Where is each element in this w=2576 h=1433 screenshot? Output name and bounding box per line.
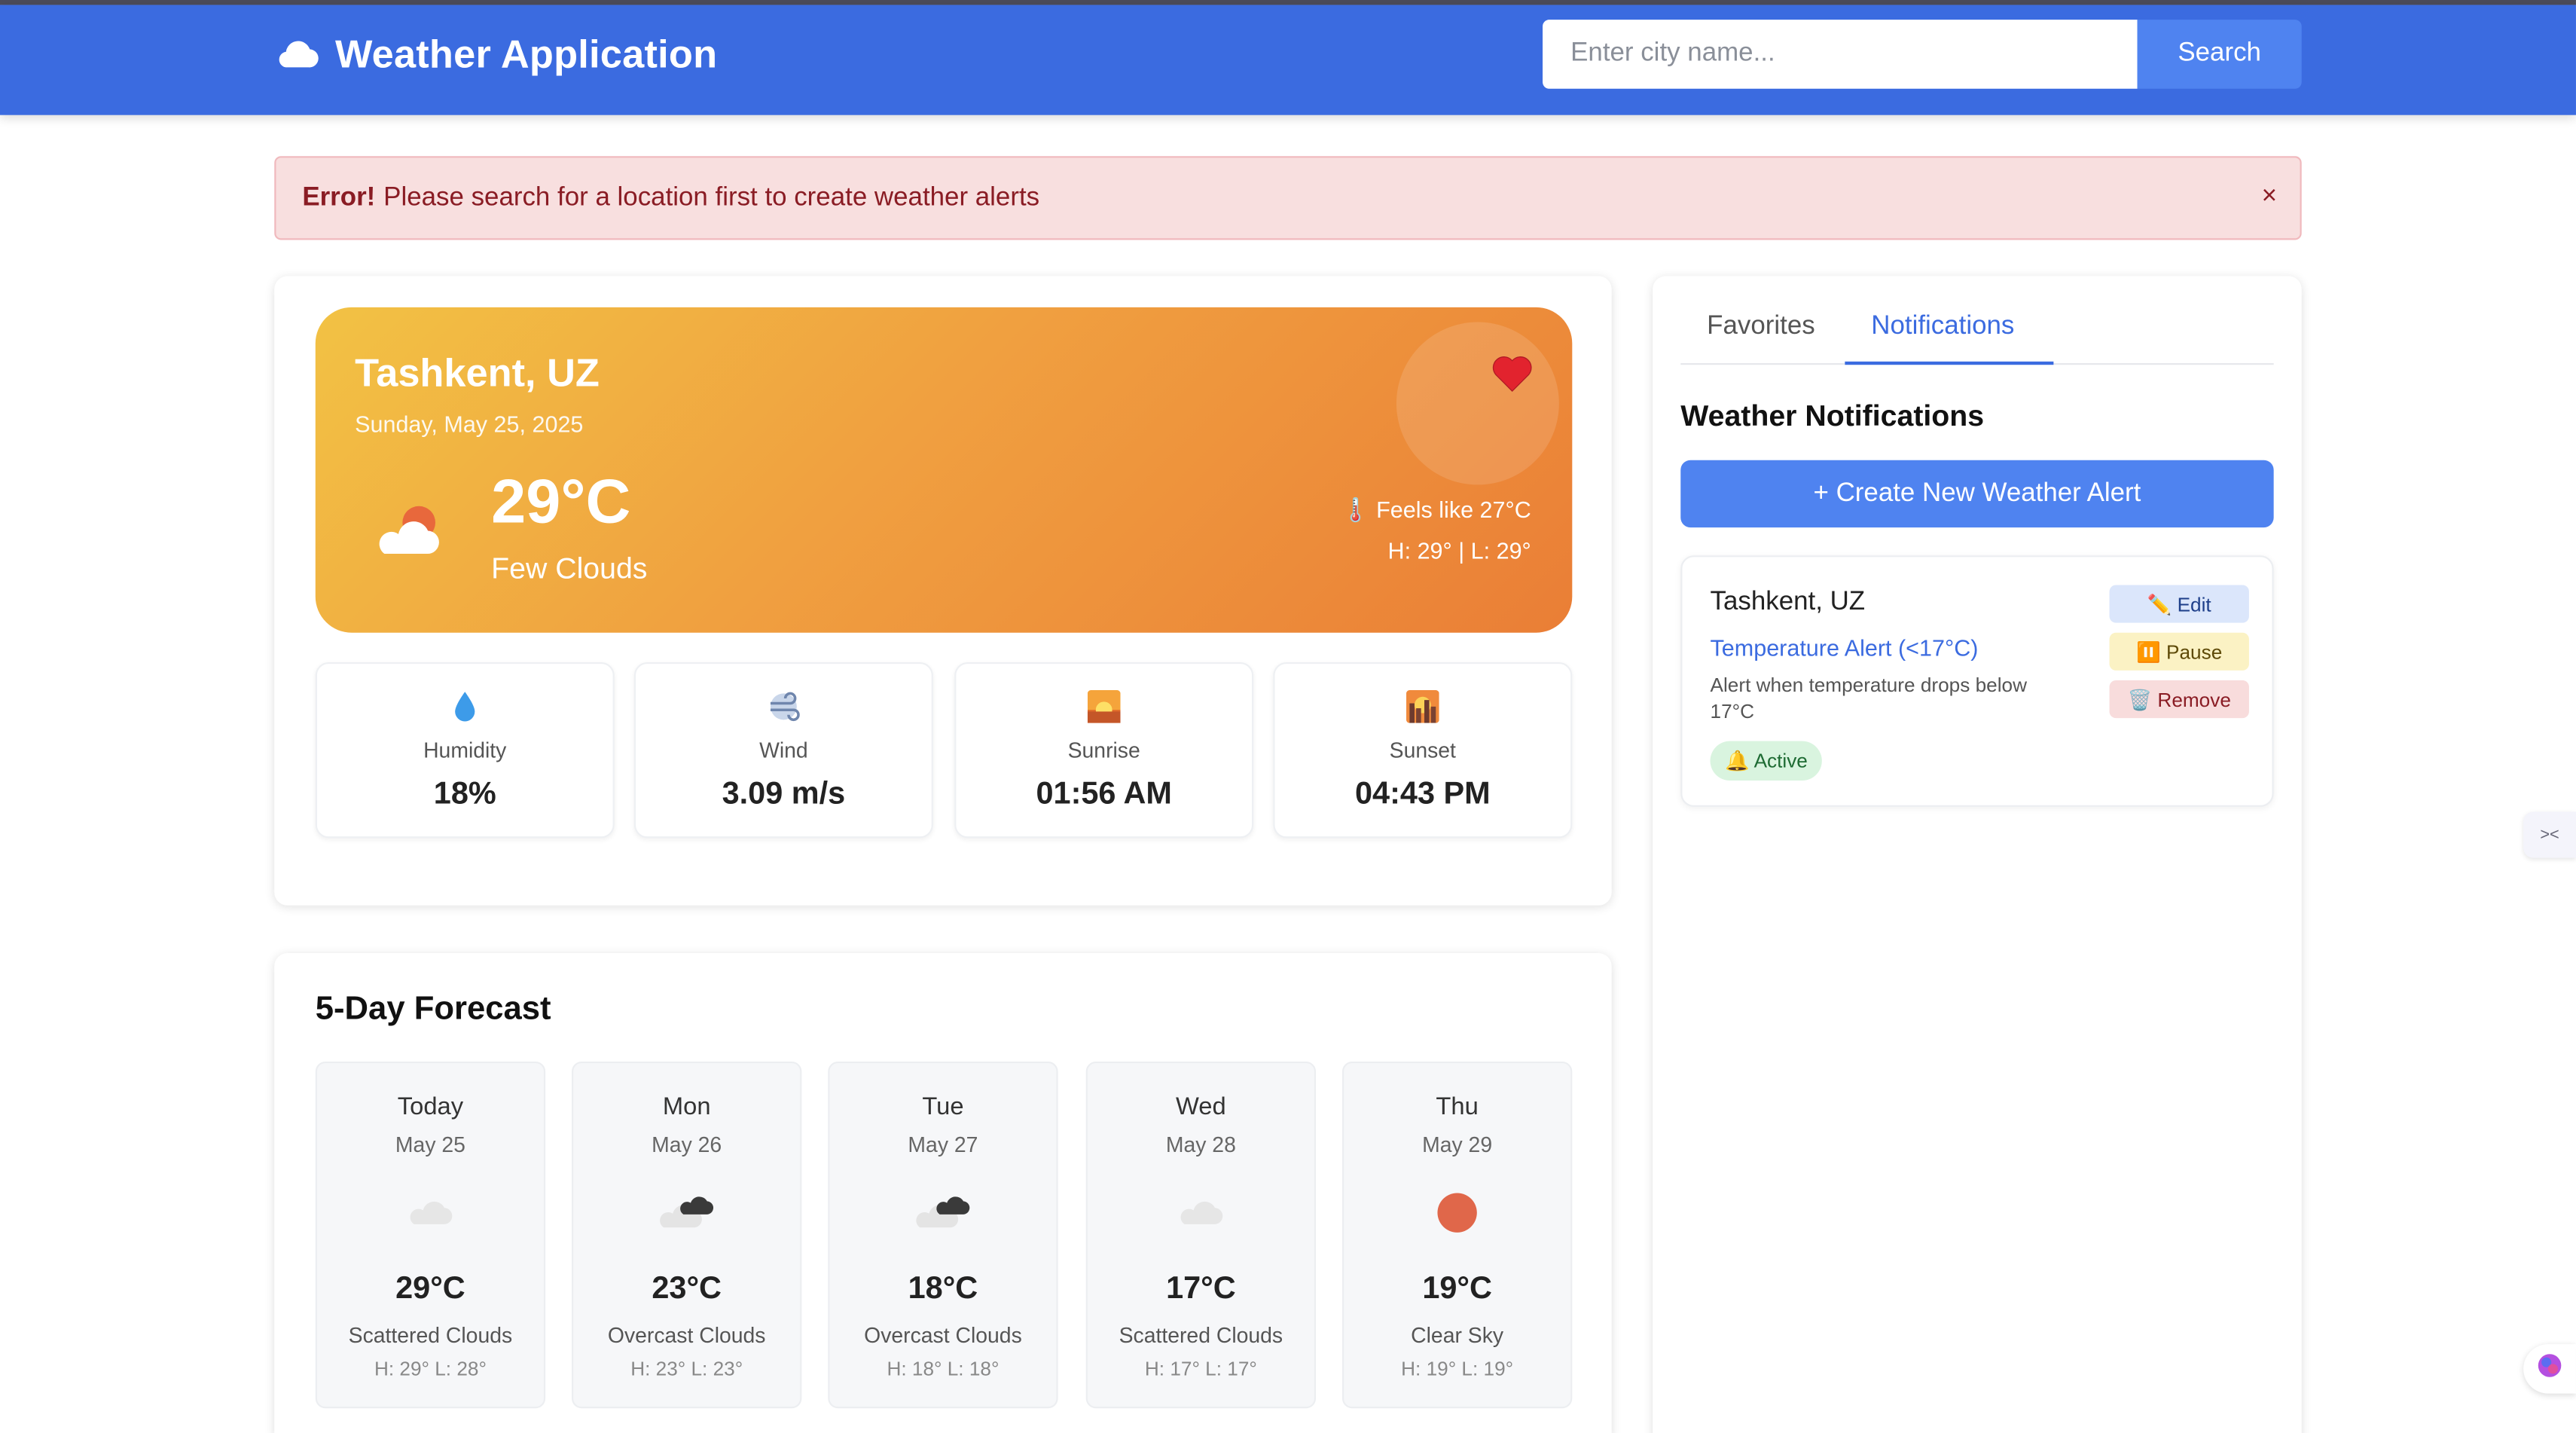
current-date: Sunday, May 25, 2025 [355,411,584,438]
stat-label: Sunrise [1067,738,1140,763]
cloud-icon [274,35,319,77]
forecast-desc: Clear Sky [1411,1322,1504,1348]
sunrise-icon [956,690,1252,726]
heart-icon[interactable] [1491,355,1533,401]
stat-sunrise: Sunrise 01:56 AM [954,662,1254,839]
overcast-clouds-icon [829,1191,1056,1234]
forecast-day: Wed [1176,1092,1226,1121]
favorite-button-bg[interactable] [1396,322,1559,485]
remove-alert-button[interactable]: 🗑️ Remove [2109,680,2249,719]
forecast-high-low: H: 23° L: 23° [630,1357,743,1381]
forecast-day-card[interactable]: Thu May 29 19°C Clear Sky H: 19° L: 19° [1341,1061,1573,1409]
feels-like: 🌡️ Feels like 27°C [1341,496,1531,523]
assistant-side-button[interactable] [2523,1344,2576,1394]
current-temperature: 29°C [491,468,631,538]
stat-value: 3.09 m/s [722,777,846,812]
stat-humidity: Humidity 18% [315,662,615,839]
forecast-date: May 29 [1422,1132,1493,1157]
forecast-high-low: H: 18° L: 18° [887,1357,1000,1381]
current-description: Few Clouds [491,552,648,585]
forecast-temp: 29°C [395,1272,465,1306]
weather-hero-card: Tashkent, UZ Sunday, May 25, 2025 29°C F… [315,307,1573,633]
status-badge: 🔔 Active [1710,741,1823,781]
brain-icon [2537,1352,2563,1386]
forecast-temp: 18°C [908,1272,978,1306]
clear-sky-icon [1344,1191,1570,1234]
high-low: H: 29° | L: 29° [1387,537,1531,564]
alert-city: Tashkent, UZ [1710,588,1866,616]
few-clouds-icon [370,501,449,565]
tab-notifications[interactable]: Notifications [1845,296,2054,365]
forecast-temp: 17°C [1166,1272,1236,1306]
tab-favorites[interactable]: Favorites [1680,296,1841,365]
forecast-day-card[interactable]: Wed May 28 17°C Scattered Clouds H: 17° … [1085,1061,1317,1409]
sidebar-tabs: Favorites Notifications [1680,296,2274,365]
forecast-desc: Scattered Clouds [1119,1322,1283,1348]
droplet-icon [317,690,613,726]
forecast-day: Today [397,1092,464,1121]
scattered-clouds-icon [1088,1191,1314,1234]
code-icon: >< [2540,826,2559,844]
stat-sunset: Sunset 04:43 PM [1273,662,1573,839]
brand[interactable]: Weather Application [274,33,717,79]
city-name: Tashkent, UZ [355,351,600,396]
alert-type: Temperature Alert (<17°C) [1710,634,1979,661]
navbar: Weather Application Search [0,5,2576,115]
forecast-high-low: H: 29° L: 28° [374,1357,487,1381]
alert-description: Alert when temperature drops below 17°C [1710,674,2028,723]
forecast-high-low: H: 17° L: 17° [1144,1357,1257,1381]
stat-value: 18% [433,777,496,812]
close-icon[interactable]: × [2262,182,2277,212]
app-title: Weather Application [334,32,718,78]
forecast-date: May 27 [908,1132,978,1157]
scattered-clouds-icon [317,1191,544,1234]
forecast-day-card[interactable]: Tue May 27 18°C Overcast Clouds H: 18° L… [828,1061,1058,1409]
forecast-day-card[interactable]: Today May 25 29°C Scattered Clouds H: 29… [315,1061,546,1409]
pause-alert-button[interactable]: ⏸️ Pause [2109,632,2249,671]
stat-label: Humidity [423,738,507,763]
forecast-day: Thu [1436,1092,1479,1121]
forecast-temp: 23°C [652,1272,722,1306]
forecast-date: May 28 [1165,1132,1236,1157]
weather-alert-card: Tashkent, UZ Temperature Alert (<17°C) A… [1680,555,2274,807]
search-button[interactable]: Search [2137,20,2302,89]
create-alert-button[interactable]: + Create New Weather Alert [1680,460,2274,528]
forecast-desc: Scattered Clouds [348,1322,513,1348]
stat-label: Wind [759,738,808,763]
city-search-input[interactable] [1543,20,2138,89]
forecast-title: 5-Day Forecast [315,991,551,1028]
app-root: Weather Application Search Error! Please… [0,0,2576,1433]
forecast-desc: Overcast Clouds [864,1322,1022,1348]
forecast-day-card[interactable]: Mon May 26 23°C Overcast Clouds H: 23° L… [572,1061,802,1409]
sunset-icon [1275,690,1571,726]
stat-label: Sunset [1389,738,1456,763]
forecast-desc: Overcast Clouds [607,1322,766,1348]
notifications-title: Weather Notifications [1680,399,1985,432]
stat-value: 04:43 PM [1354,777,1491,812]
wind-icon [636,690,932,726]
forecast-day: Mon [662,1092,711,1121]
forecast-day: Tue [922,1092,964,1121]
alert-message: Please search for a location first to cr… [383,183,1040,212]
extension-side-tab[interactable]: >< [2523,811,2576,858]
overcast-clouds-icon [573,1191,800,1234]
stat-wind: Wind 3.09 m/s [633,662,933,839]
forecast-temp: 19°C [1422,1272,1492,1306]
stat-value: 01:56 AM [1036,777,1172,812]
sidebar-panel [1653,276,2302,1433]
forecast-high-low: H: 19° L: 19° [1401,1357,1514,1381]
edit-alert-button[interactable]: ✏️ Edit [2109,585,2249,623]
forecast-date: May 25 [395,1132,465,1157]
error-alert: Error! Please search for a location firs… [274,156,2302,240]
forecast-date: May 26 [652,1132,722,1157]
alert-strong: Error! [302,183,376,212]
